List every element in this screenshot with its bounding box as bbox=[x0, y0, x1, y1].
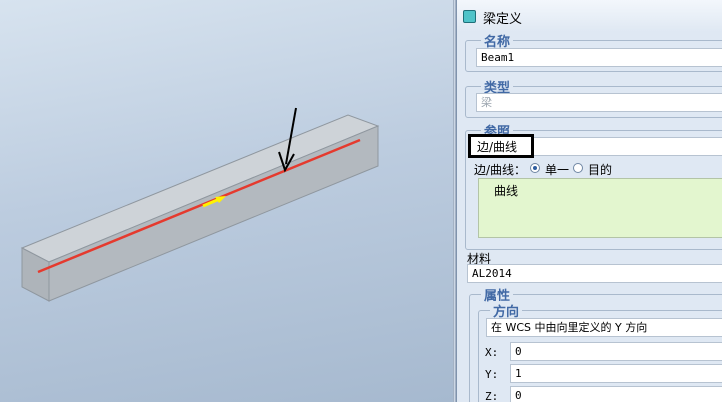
name-field[interactable]: Beam1 bbox=[476, 48, 722, 67]
x-field[interactable]: 0 bbox=[510, 342, 722, 361]
orientation-select[interactable]: 在 WCS 中由向里定义的 Y 方向 bbox=[486, 318, 722, 337]
beam-top-face[interactable] bbox=[20, 114, 380, 263]
graphics-viewport[interactable] bbox=[0, 0, 453, 402]
beam-definition-dialog: 梁定义 名称 Beam1 类型 梁 参照 边/曲线 边/曲线： 单一 目的 曲线… bbox=[456, 0, 722, 402]
type-field[interactable]: 梁 bbox=[476, 93, 722, 112]
dialog-app-icon bbox=[463, 10, 476, 23]
dialog-titlebar[interactable]: 梁定义 bbox=[457, 0, 722, 32]
radio-single[interactable] bbox=[530, 163, 540, 173]
reference-mode-label: 边/曲线： bbox=[474, 163, 527, 177]
reference-highlight[interactable]: 边/曲线 bbox=[468, 134, 534, 158]
radio-single-label[interactable]: 单一 bbox=[545, 161, 569, 178]
list-item[interactable]: 曲线 bbox=[494, 182, 708, 199]
y-field[interactable]: 1 bbox=[510, 364, 722, 383]
x-label: X: bbox=[485, 346, 499, 359]
y-label: Y: bbox=[485, 368, 499, 381]
z-field[interactable]: 0 bbox=[510, 386, 722, 402]
viewport-canvas[interactable] bbox=[0, 0, 453, 402]
beam-reference-curve[interactable] bbox=[37, 138, 361, 274]
material-field[interactable]: AL2014 bbox=[467, 264, 722, 283]
radio-intent[interactable] bbox=[573, 163, 583, 173]
dialog-title: 梁定义 bbox=[483, 12, 523, 27]
radio-intent-label[interactable]: 目的 bbox=[588, 161, 612, 178]
z-label: Z: bbox=[485, 390, 499, 402]
reference-list[interactable]: 曲线 bbox=[478, 178, 722, 238]
